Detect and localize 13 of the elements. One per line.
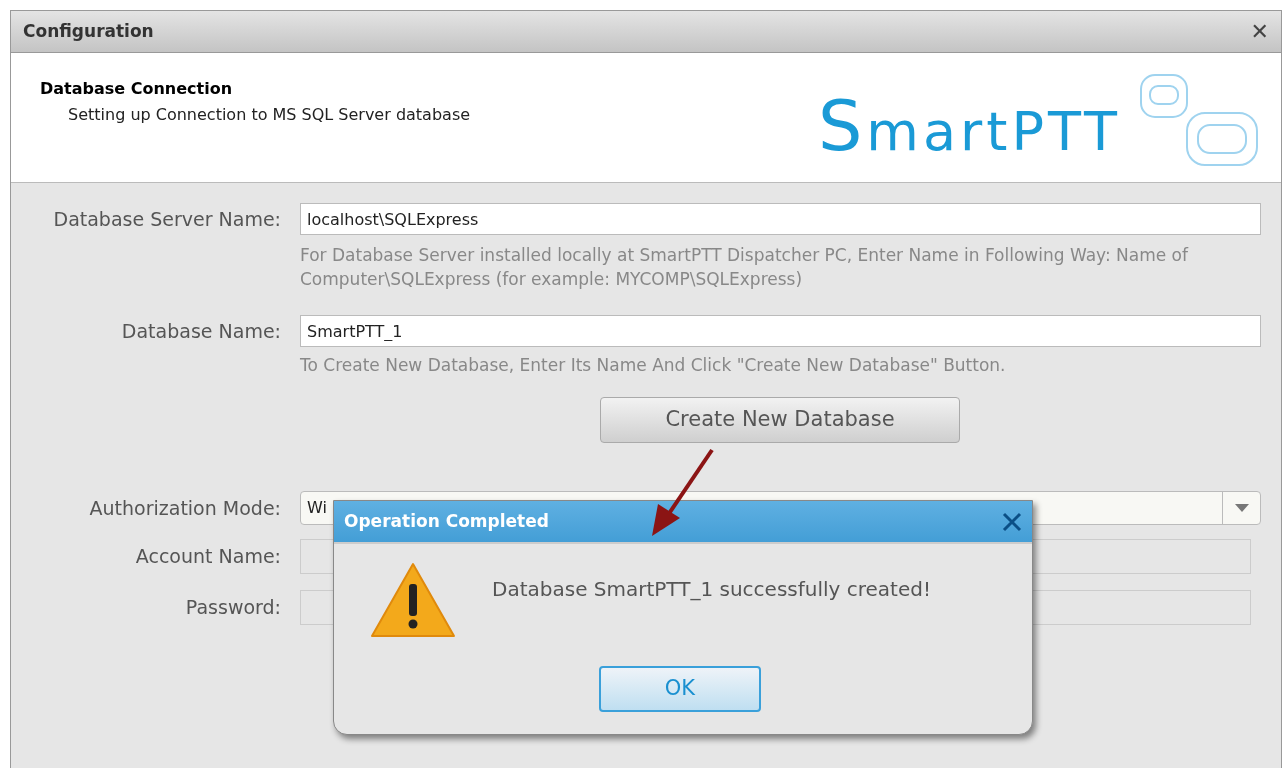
- window-title: Configuration: [23, 19, 154, 43]
- field-label: Database Server Name:: [52, 206, 281, 232]
- field-label: Database Name:: [120, 318, 281, 344]
- field-label: Account Name:: [134, 544, 281, 570]
- field-hint: For Database Server installed locally at SmartPTT Dispatcher PC, Enter Name in Following Way: Name of Computer\SQLExpress (for example: MYCOMP\SQLExpress): [300, 244, 1190, 291]
- dialog-title: Operation Completed: [344, 509, 549, 533]
- field-label: Password:: [184, 595, 281, 621]
- field-hint: To Create New Database, Enter Its Name And Click "Create New Database" Button.: [300, 354, 1007, 377]
- dialog-message: Database SmartPTT_1 successfully created!: [492, 576, 931, 603]
- field-label: Authorization Mode:: [88, 495, 281, 521]
- header-subtitle: Setting up Connection to MS SQL Server database: [67, 104, 471, 126]
- logo-text: SmartPTT: [817, 91, 1121, 161]
- header-title: Database Connection: [40, 78, 234, 100]
